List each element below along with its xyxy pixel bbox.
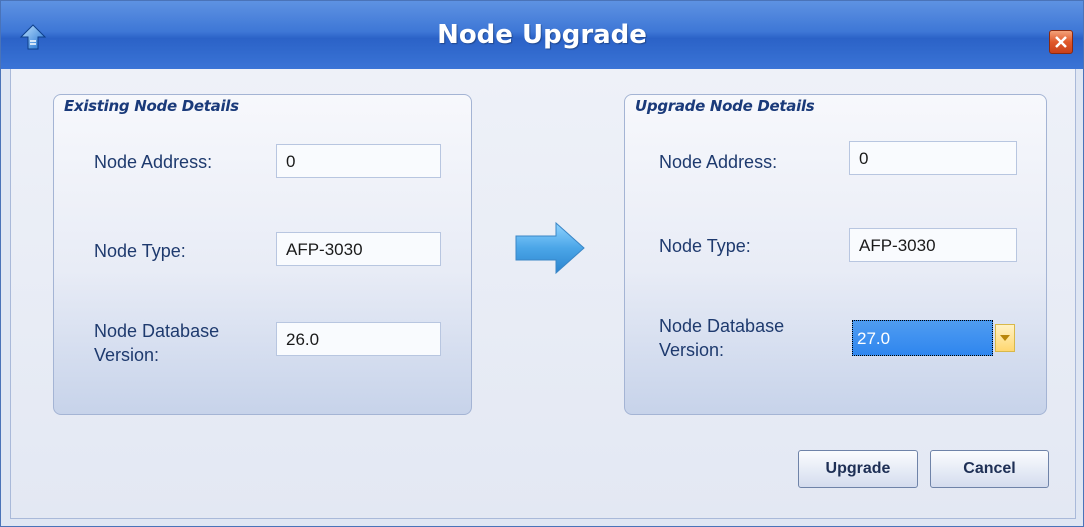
cancel-button[interactable]: Cancel [930, 450, 1049, 488]
upgrade-node-address-label: Node Address: [659, 152, 778, 172]
upgrade-db-version-dropdown[interactable]: 27.0 [852, 320, 1017, 356]
existing-db-version-label-line2: Version: [94, 345, 160, 365]
arrow-right-icon [514, 221, 586, 275]
existing-node-address-label: Node Address: [94, 152, 213, 172]
node-upgrade-dialog: Node Upgrade Existing Node Details Node … [0, 0, 1084, 527]
close-icon [1055, 36, 1067, 48]
existing-node-type-label: Node Type: [94, 241, 186, 261]
close-button[interactable] [1049, 30, 1073, 54]
upgrade-node-address-field[interactable]: 0 [849, 141, 1017, 175]
upgrade-group-title: Upgrade Node Details [635, 97, 815, 115]
title-bar[interactable]: Node Upgrade [1, 1, 1083, 69]
window-title: Node Upgrade [437, 20, 647, 50]
existing-node-type-field[interactable]: AFP-3030 [276, 232, 441, 266]
existing-node-address-field[interactable]: 0 [276, 144, 441, 178]
upgrade-node-type-label: Node Type: [659, 236, 751, 256]
upgrade-button[interactable]: Upgrade [798, 450, 918, 488]
existing-db-version-label-line1: Node Database [94, 321, 220, 341]
existing-db-version-field[interactable]: 26.0 [276, 322, 441, 356]
upgrade-db-version-label-line2: Version: [659, 340, 725, 360]
upgrade-node-type-field[interactable]: AFP-3030 [849, 228, 1017, 262]
chevron-down-icon [1000, 335, 1010, 341]
upgrade-node-details-group: Upgrade Node Details Node Address: 0 Nod… [624, 94, 1047, 415]
db-version-selected-value[interactable]: 27.0 [852, 320, 993, 356]
dropdown-toggle[interactable] [995, 324, 1015, 352]
existing-group-title: Existing Node Details [64, 97, 239, 115]
existing-node-details-group: Existing Node Details Node Address: 0 No… [53, 94, 472, 415]
upgrade-db-version-label-line1: Node Database [659, 316, 785, 336]
